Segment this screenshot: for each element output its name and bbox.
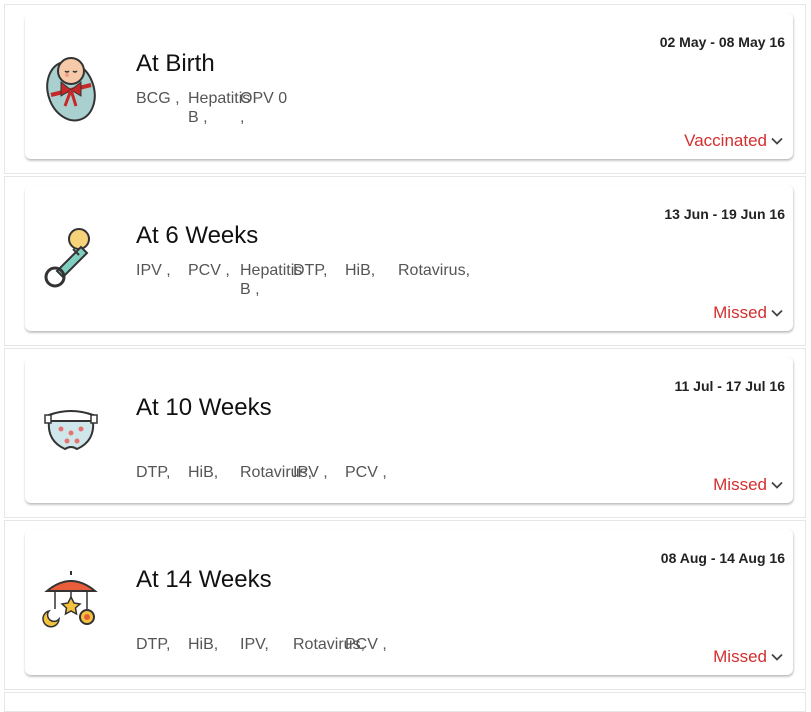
vaccine-item: HiB, — [188, 636, 219, 653]
schedule-row: At 6 Weeks 13 Jun - 19 Jun 16 IPV , PCV … — [4, 176, 806, 346]
vaccine-item: Hepatitis B , — [240, 262, 303, 298]
chevron-down-icon — [771, 479, 783, 491]
schedule-row: At 10 Weeks 11 Jul - 17 Jul 16 DTP, HiB,… — [4, 348, 806, 518]
chevron-down-icon — [771, 651, 783, 663]
status-label: Vaccinated — [684, 131, 767, 150]
date-range: 02 May - 08 May 16 — [659, 34, 785, 50]
diaper-icon — [37, 391, 105, 467]
schedule-row-partial — [4, 692, 806, 712]
vaccine-item: BCG , — [136, 90, 180, 107]
vaccine-item: HiB, — [188, 464, 219, 481]
chevron-down-icon — [771, 307, 783, 319]
date-range: 13 Jun - 19 Jun 16 — [664, 206, 785, 222]
date-range: 08 Aug - 14 Aug 16 — [660, 550, 785, 566]
status-toggle[interactable]: Vaccinated — [684, 131, 783, 151]
baby-bundle-icon — [37, 47, 105, 123]
chevron-down-icon — [771, 135, 783, 147]
vaccine-item: IPV , — [293, 464, 328, 481]
status-label: Missed — [713, 647, 767, 666]
schedule-card-at-10-weeks[interactable]: At 10 Weeks 11 Jul - 17 Jul 16 DTP, HiB,… — [25, 357, 793, 503]
schedule-title: At Birth — [136, 50, 215, 77]
vaccine-item: DTP, — [293, 262, 328, 279]
crib-mobile-icon — [37, 563, 105, 639]
schedule-card-at-6-weeks[interactable]: At 6 Weeks 13 Jun - 19 Jun 16 IPV , PCV … — [25, 185, 793, 331]
status-toggle[interactable]: Missed — [713, 303, 783, 323]
vaccine-item: Rotavirus, — [398, 262, 471, 279]
status-toggle[interactable]: Missed — [713, 647, 783, 667]
schedule-card-at-birth[interactable]: At Birth 02 May - 08 May 16 BCG , Hepati… — [25, 13, 793, 159]
schedule-row: At Birth 02 May - 08 May 16 BCG , Hepati… — [4, 4, 806, 174]
vaccine-item: HiB, — [345, 262, 376, 279]
vaccine-item: IPV, — [240, 636, 269, 653]
vaccine-item: DTP, — [136, 636, 171, 653]
date-range: 11 Jul - 17 Jul 16 — [674, 378, 785, 394]
pacifier-icon — [37, 219, 105, 295]
vaccine-item: PCV , — [345, 636, 387, 653]
vaccine-item: IPV , — [136, 262, 171, 279]
vaccine-item: OPV 0 , — [240, 90, 288, 126]
vaccine-item: DTP, — [136, 464, 171, 481]
status-toggle[interactable]: Missed — [713, 475, 783, 495]
schedule-card-at-14-weeks[interactable]: At 14 Weeks 08 Aug - 14 Aug 16 DTP, HiB,… — [25, 529, 793, 675]
schedule-title: At 10 Weeks — [136, 394, 272, 421]
vaccine-item: Hepatitis B , — [188, 90, 251, 126]
vaccine-item: PCV , — [345, 464, 387, 481]
status-label: Missed — [713, 303, 767, 322]
status-label: Missed — [713, 475, 767, 494]
vaccine-item: PCV , — [188, 262, 230, 279]
schedule-title: At 14 Weeks — [136, 566, 272, 593]
schedule-title: At 6 Weeks — [136, 222, 259, 249]
schedule-row: At 14 Weeks 08 Aug - 14 Aug 16 DTP, HiB,… — [4, 520, 806, 690]
